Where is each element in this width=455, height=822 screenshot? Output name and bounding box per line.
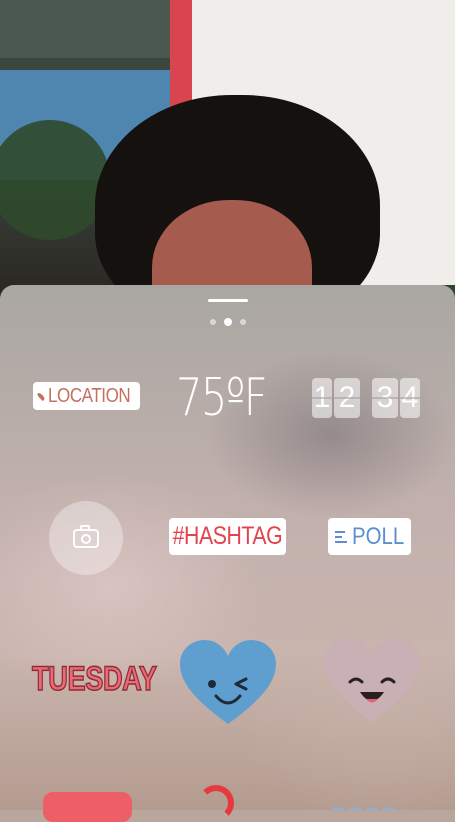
location-sticker-label: LOCATION	[48, 384, 131, 407]
temperature-sticker[interactable]: 75ºF	[176, 372, 268, 424]
poll-sticker[interactable]: POLL	[328, 518, 411, 555]
day-sticker[interactable]: TUESDAY	[31, 659, 157, 699]
poll-sticker-label: POLL	[352, 522, 405, 550]
location-pin-icon	[36, 391, 46, 401]
partial-sticker-script[interactable]: ~~~~	[330, 796, 397, 820]
winking-heart-icon	[180, 640, 276, 724]
camera-sticker-button[interactable]	[49, 501, 123, 575]
hashtag-sticker-label: #HASHTAG	[172, 522, 283, 550]
page-dot	[210, 319, 216, 325]
time-digit: 1	[312, 378, 332, 418]
poll-lines-icon	[335, 530, 347, 543]
time-digit: 4	[400, 378, 420, 418]
page-dot	[240, 319, 246, 325]
tray-page-indicator	[208, 317, 248, 327]
camera-icon	[73, 524, 99, 548]
location-sticker[interactable]: LOCATION	[33, 382, 140, 410]
smiling-heart-icon	[324, 638, 420, 722]
partial-sticker-pill[interactable]	[43, 792, 132, 822]
hashtag-sticker[interactable]: #HASHTAG	[169, 518, 286, 555]
camera-photo-background	[0, 0, 455, 300]
winking-heart-sticker[interactable]	[178, 638, 278, 728]
page-dot-active	[224, 318, 232, 326]
time-digit: 3	[372, 378, 398, 418]
partial-sticker-swirl[interactable]	[198, 785, 234, 821]
time-sticker[interactable]: 1 2 3 4	[312, 378, 420, 418]
smiling-heart-sticker[interactable]	[322, 636, 422, 726]
time-digit: 2	[334, 378, 360, 418]
red-pole	[170, 0, 192, 110]
tray-drag-handle[interactable]	[208, 299, 248, 302]
